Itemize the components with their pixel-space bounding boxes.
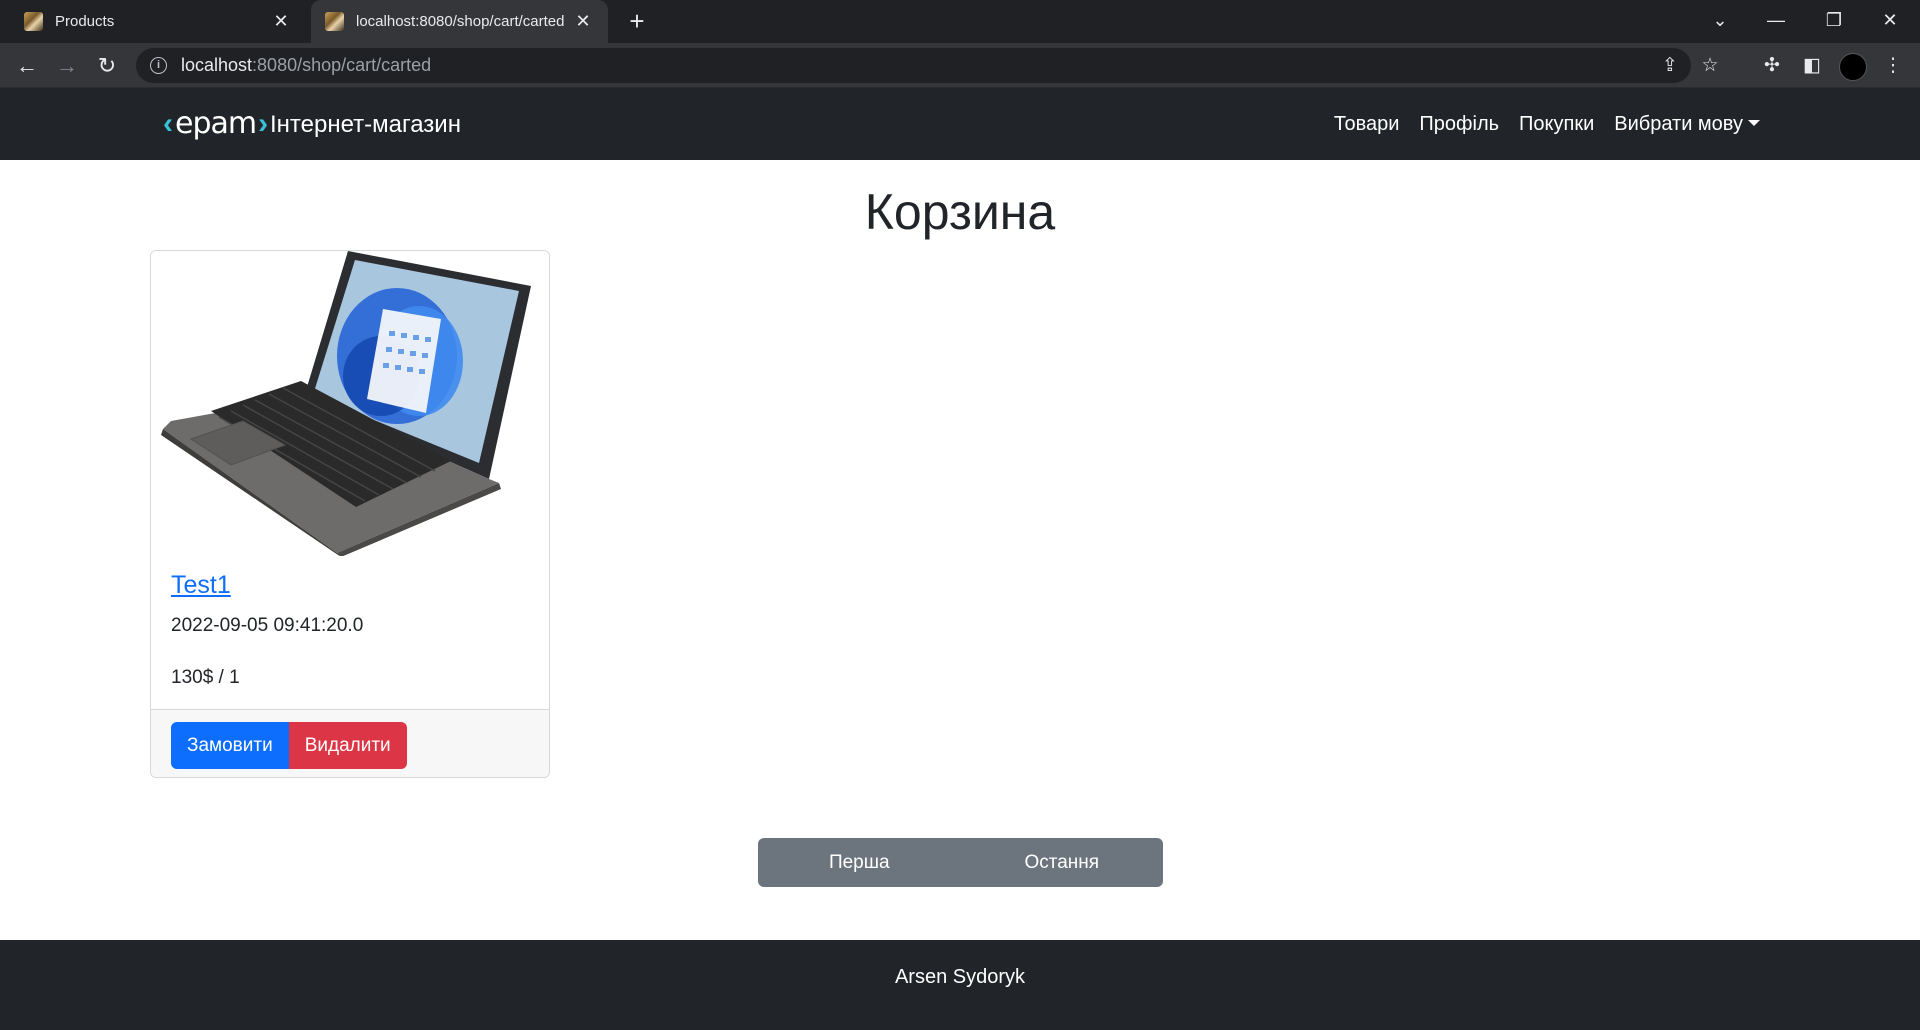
tab-title: localhost:8080/shop/cart/carted — [356, 13, 565, 30]
new-tab-plus-icon[interactable]: + — [622, 6, 652, 36]
browser-tab-bar: Products ✕ localhost:8080/shop/cart/cart… — [0, 0, 1920, 43]
last-page-button[interactable]: Остання — [961, 838, 1164, 887]
site-navbar: ‹ epam › Інтернет-магазин Товари Профіль… — [0, 88, 1920, 160]
logo-right-chevron-icon: › — [258, 107, 269, 140]
cart-item-card: Test1 2022-09-05 09:41:20.0 130$ / 1 Зам… — [150, 250, 550, 778]
logo-left-chevron-icon: ‹ — [163, 107, 173, 140]
card-body: Test1 2022-09-05 09:41:20.0 130$ / 1 — [171, 571, 531, 689]
browser-tab-cart[interactable]: localhost:8080/shop/cart/carted ✕ — [311, 0, 608, 43]
browser-tab-products[interactable]: Products ✕ — [10, 0, 306, 43]
restore-icon[interactable]: ❐ — [1806, 0, 1862, 43]
card-action-buttons: Замовити Видалити — [171, 722, 407, 769]
nav-link-purchases[interactable]: Покупки — [1519, 113, 1594, 136]
delete-button[interactable]: Видалити — [288, 722, 407, 769]
card-footer: Замовити Видалити — [151, 709, 549, 777]
side-panel-icon[interactable]: ◧ — [1799, 53, 1825, 79]
site-footer: Arsen Sydoryk — [0, 940, 1920, 1030]
page-title: Корзина — [864, 184, 1056, 240]
forward-arrow-icon[interactable]: → — [50, 49, 84, 83]
logo-wordmark: epam — [175, 106, 257, 141]
nav-links: Товари Профіль Покупки Вибрати мову — [1334, 113, 1760, 136]
extensions-puzzle-icon[interactable]: ✣ — [1759, 53, 1785, 79]
pagination: Перша Остання — [758, 838, 1163, 887]
bookmark-star-icon[interactable]: ☆ — [1698, 54, 1722, 78]
reload-icon[interactable]: ↻ — [90, 49, 124, 83]
url-path: :8080/shop/cart/carted — [252, 55, 432, 75]
site-info-icon[interactable]: i — [150, 57, 167, 74]
nav-link-profile[interactable]: Профіль — [1419, 113, 1499, 136]
tab-favicon-icon — [24, 12, 43, 31]
product-price-quantity: 130$ / 1 — [171, 667, 240, 688]
profile-avatar[interactable] — [1839, 53, 1867, 81]
language-dropdown-label: Вибрати мову — [1614, 113, 1743, 135]
nav-language-dropdown[interactable]: Вибрати мову — [1614, 113, 1760, 136]
laptop-product-image — [151, 251, 549, 556]
brand-name[interactable]: Інтернет-магазин — [270, 111, 461, 139]
order-button[interactable]: Замовити — [171, 722, 289, 769]
tab-title: Products — [55, 13, 115, 30]
minimize-icon[interactable]: — — [1748, 0, 1804, 43]
tab-favicon-icon — [325, 12, 344, 31]
epam-logo[interactable]: ‹ epam › — [163, 107, 268, 141]
nav-link-products[interactable]: Товари — [1334, 113, 1400, 136]
share-icon[interactable]: ⇪ — [1658, 54, 1682, 78]
footer-author: Arsen Sydoryk — [894, 966, 1026, 988]
browser-toolbar: ← → ↻ i localhost:8080/shop/cart/carted … — [0, 43, 1920, 88]
url-host: localhost — [181, 55, 253, 75]
product-date: 2022-09-05 09:41:20.0 — [171, 615, 364, 636]
first-page-button[interactable]: Перша — [758, 838, 961, 887]
close-window-icon[interactable]: ✕ — [1862, 0, 1918, 43]
caret-down-icon — [1748, 120, 1760, 126]
tab-search-chevron-icon[interactable]: ⌄ — [1692, 0, 1748, 43]
product-name-link[interactable]: Test1 — [171, 571, 231, 600]
address-bar[interactable]: i localhost:8080/shop/cart/carted ⇪ ☆ — [136, 48, 1719, 83]
back-arrow-icon[interactable]: ← — [10, 49, 44, 83]
menu-kebab-icon[interactable]: ⋮ — [1880, 53, 1906, 79]
tab-close-icon[interactable]: ✕ — [270, 11, 292, 32]
tab-close-icon[interactable]: ✕ — [572, 11, 594, 32]
